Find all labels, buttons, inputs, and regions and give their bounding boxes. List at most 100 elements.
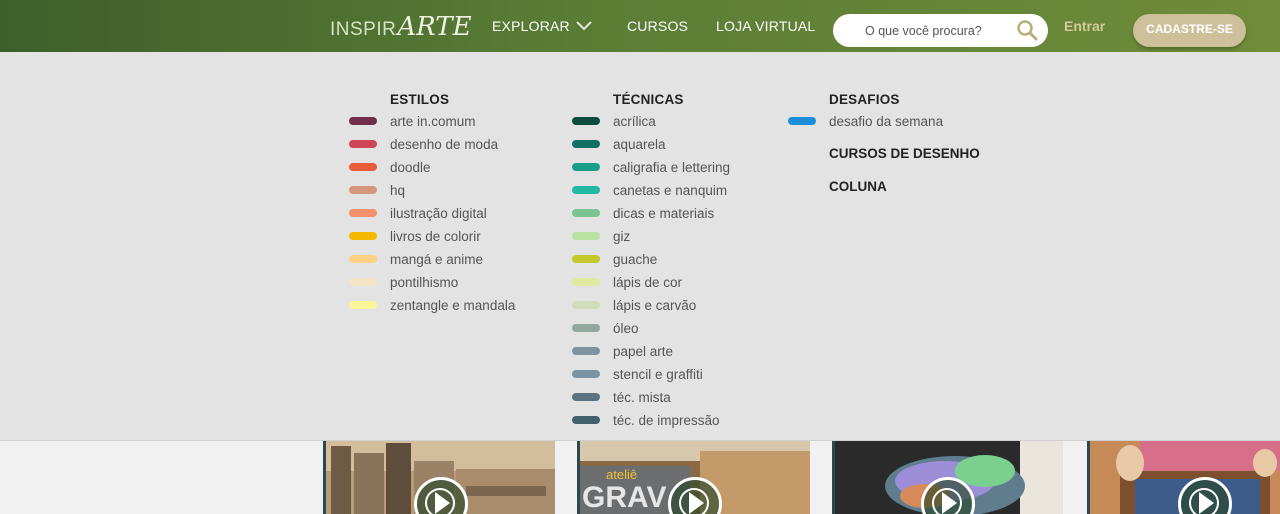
signup-button[interactable]: CADASTRE-SE	[1133, 14, 1246, 47]
menu-item[interactable]: livros de colorir	[349, 225, 515, 248]
menu-item[interactable]: caligrafia e lettering	[572, 156, 730, 179]
color-swatch	[349, 232, 377, 240]
nav-explorar[interactable]: EXPLORAR	[492, 0, 592, 52]
top-navigation-bar: INSPIR ARTE EXPLORAR CURSOS LOJA VIRTUAL…	[0, 0, 1280, 52]
menu-item-label: papel arte	[613, 344, 674, 359]
menu-item-label: guache	[613, 252, 658, 267]
menu-heading-estilos[interactable]: ESTILOS	[349, 90, 515, 110]
color-swatch	[349, 117, 377, 125]
menu-item[interactable]: stencil e graffiti	[572, 363, 730, 386]
desafios-list: desafio da semana	[788, 110, 980, 133]
menu-item[interactable]: doodle	[349, 156, 515, 179]
menu-item[interactable]: mangá e anime	[349, 248, 515, 271]
color-swatch	[572, 232, 600, 240]
nav-cursos-label: CURSOS	[627, 18, 689, 34]
color-swatch	[572, 301, 600, 309]
menu-item-label: livros de colorir	[390, 229, 481, 244]
menu-item[interactable]: lápis de cor	[572, 271, 730, 294]
menu-item-label: acrílica	[613, 114, 656, 129]
menu-item[interactable]: aquarela	[572, 133, 730, 156]
logo-text-arte: ARTE	[397, 12, 472, 42]
menu-item[interactable]: ilustração digital	[349, 202, 515, 225]
menu-item[interactable]: zentangle e mandala	[349, 294, 515, 317]
color-swatch	[572, 370, 600, 378]
menu-item[interactable]: téc. de impressão	[572, 409, 730, 432]
menu-item[interactable]: arte in.comum	[349, 110, 515, 133]
menu-column-tecnicas: TÉCNICAS acrílica aquarela caligrafia e le…	[572, 90, 730, 432]
color-swatch	[572, 117, 600, 125]
video-thumbnail-4[interactable]	[1087, 441, 1280, 514]
color-swatch	[349, 301, 377, 309]
color-swatch	[572, 324, 600, 332]
color-swatch	[572, 347, 600, 355]
menu-item[interactable]: papel arte	[572, 340, 730, 363]
video-thumbnail-3[interactable]	[832, 441, 1063, 514]
menu-heading-cursos-de-desenho[interactable]: CURSOS DE DESENHO	[788, 146, 980, 161]
search-input[interactable]	[851, 14, 1025, 47]
menu-item-label: aquarela	[613, 137, 666, 152]
tecnicas-list: acrílica aquarela caligrafia e lettering ca…	[572, 110, 730, 432]
menu-item[interactable]: hq	[349, 179, 515, 202]
menu-item-label: ilustração digital	[390, 206, 487, 221]
login-link[interactable]: Entrar	[1064, 0, 1105, 52]
nav-explorar-label: EXPLORAR	[492, 18, 570, 34]
menu-item[interactable]: guache	[572, 248, 730, 271]
menu-item-label: arte in.comum	[390, 114, 476, 129]
menu-item[interactable]: canetas e nanquim	[572, 179, 730, 202]
menu-column-estilos: ESTILOS arte in.comum desenho de moda dood…	[349, 90, 515, 317]
menu-heading-desafios[interactable]: DESAFIOS	[788, 90, 980, 110]
menu-item-label: lápis de cor	[613, 275, 683, 290]
menu-heading-tecnicas[interactable]: TÉCNICAS	[572, 90, 730, 110]
menu-column-desafios: DESAFIOS desafio da semana CURSOS DE DES…	[788, 90, 980, 194]
menu-item[interactable]: desenho de moda	[349, 133, 515, 156]
video-thumbnail-1[interactable]	[323, 441, 555, 514]
nav-cursos[interactable]: CURSOS	[627, 0, 688, 52]
search-box	[833, 14, 1048, 47]
menu-item[interactable]: desafio da semana	[788, 110, 980, 133]
menu-item-label: lápis e carvão	[613, 298, 697, 313]
color-swatch	[572, 209, 600, 217]
video-thumbnail-2[interactable]: ateliê GRAV	[577, 441, 810, 514]
color-swatch	[349, 163, 377, 171]
color-swatch	[572, 393, 600, 401]
menu-heading-coluna[interactable]: COLUNA	[788, 179, 980, 194]
thumbnail-label-grav: GRAV	[582, 481, 666, 514]
menu-item-label: desenho de moda	[390, 137, 499, 152]
menu-item[interactable]: téc. mista	[572, 386, 730, 409]
color-swatch	[788, 117, 816, 125]
estilos-list: arte in.comum desenho de moda doodle hq ilus…	[349, 110, 515, 317]
menu-item-label: stencil e graffiti	[613, 367, 703, 382]
thumbnail-label-atelie: ateliê	[606, 467, 637, 482]
nav-loja-virtual[interactable]: LOJA VIRTUAL	[716, 0, 815, 52]
menu-item-label: zentangle e mandala	[390, 298, 516, 313]
color-swatch	[349, 255, 377, 263]
menu-item-label: dicas e materiais	[613, 206, 715, 221]
color-swatch	[572, 186, 600, 194]
menu-item[interactable]: giz	[572, 225, 730, 248]
menu-item-label: caligrafia e lettering	[613, 160, 731, 175]
color-swatch	[572, 278, 600, 286]
menu-item-label: canetas e nanquim	[613, 183, 728, 198]
menu-item[interactable]: dicas e materiais	[572, 202, 730, 225]
menu-item[interactable]: lápis e carvão	[572, 294, 730, 317]
color-swatch	[349, 186, 377, 194]
menu-item[interactable]: pontilhismo	[349, 271, 515, 294]
menu-item-label: mangá e anime	[390, 252, 484, 267]
menu-item-label: giz	[613, 229, 631, 244]
menu-item-label: téc. mista	[613, 390, 671, 405]
menu-item-label: pontilhismo	[390, 275, 459, 290]
menu-item[interactable]: acrílica	[572, 110, 730, 133]
search-icon[interactable]	[1016, 19, 1038, 41]
menu-item-label: óleo	[613, 321, 639, 336]
menu-item-label: doodle	[390, 160, 431, 175]
color-swatch	[572, 416, 600, 424]
logo-text-inspir: INSPIR	[330, 19, 397, 40]
inspirarte-logo[interactable]: INSPIR ARTE	[330, 12, 472, 42]
color-swatch	[349, 278, 377, 286]
chevron-down-icon	[576, 18, 592, 34]
menu-item-label: téc. de impressão	[613, 413, 720, 428]
color-swatch	[572, 255, 600, 263]
video-thumbnails-row: ateliê GRAV	[0, 441, 1280, 514]
menu-item[interactable]: óleo	[572, 317, 730, 340]
color-swatch	[349, 140, 377, 148]
